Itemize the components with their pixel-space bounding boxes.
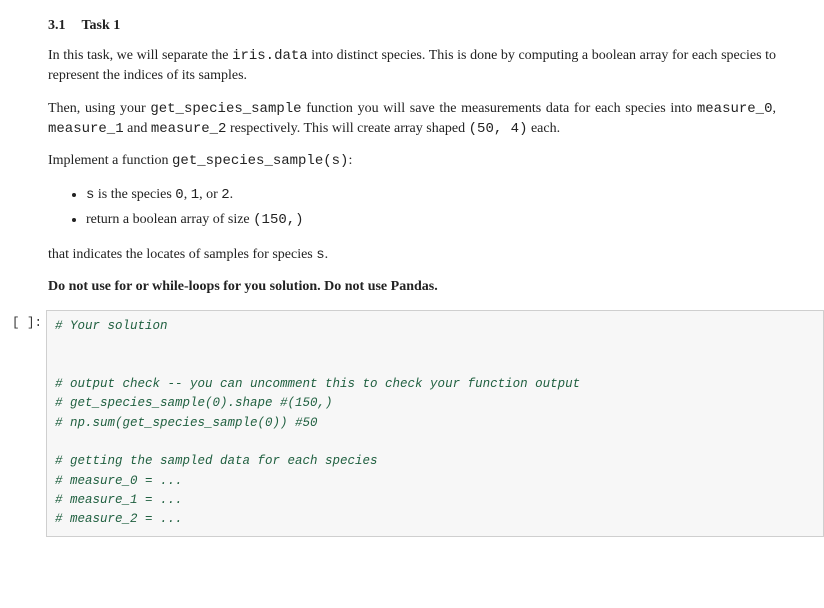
text: Implement a function xyxy=(48,153,172,168)
code-inline: 1 xyxy=(191,187,199,203)
text: is the species xyxy=(94,187,175,202)
text: each. xyxy=(527,121,560,136)
text: : xyxy=(348,153,352,168)
text: function you will save the measurements … xyxy=(302,101,697,116)
code-inline: 2 xyxy=(221,187,229,203)
text: . xyxy=(325,247,329,262)
bullet-list: s is the species 0, 1, or 2. return a bo… xyxy=(48,183,776,233)
list-item: return a boolean array of size (150,) xyxy=(86,208,776,233)
code-inline: iris.data xyxy=(232,48,308,64)
paragraph-warning: Do not use for or while-loops for you so… xyxy=(48,277,776,297)
paragraph-3: Implement a function get_species_sample(… xyxy=(48,151,776,171)
code-inline: measure_2 xyxy=(151,121,227,137)
text: respectively. This will create array sha… xyxy=(226,121,468,136)
section-heading: 3.1 Task 1 xyxy=(48,18,776,34)
code-inline: get_species_sample xyxy=(150,101,301,117)
text: In this task, we will separate the xyxy=(48,48,232,63)
code-inline: measure_0 xyxy=(697,101,773,117)
paragraph-4: that indicates the locates of samples fo… xyxy=(48,245,776,265)
notebook-cell: [ ]: # Your solution # output check -- y… xyxy=(0,310,824,537)
text: , or xyxy=(199,187,221,202)
code-inline: 0 xyxy=(175,187,183,203)
section-title: Task 1 xyxy=(82,18,121,33)
code-inline: s xyxy=(316,247,324,263)
paragraph-2: Then, using your get_species_sample func… xyxy=(48,99,776,140)
text: that indicates the locates of samples fo… xyxy=(48,247,316,262)
text: , xyxy=(773,101,777,116)
page-content: 3.1 Task 1 In this task, we will separate… xyxy=(0,0,824,298)
code-inline: (50, 4) xyxy=(469,121,528,137)
text: . xyxy=(230,187,234,202)
code-inline: get_species_sample(s) xyxy=(172,153,348,169)
cell-prompt: [ ]: xyxy=(6,310,42,330)
section-number: 3.1 xyxy=(48,18,66,33)
text: and xyxy=(124,121,151,136)
text: , xyxy=(184,187,191,202)
code-input[interactable]: # Your solution # output check -- you ca… xyxy=(46,310,824,537)
list-item: s is the species 0, 1, or 2. xyxy=(86,183,776,208)
code-inline: measure_1 xyxy=(48,121,124,137)
paragraph-1: In this task, we will separate the iris.… xyxy=(48,46,776,87)
code-inline: (150,) xyxy=(253,212,303,228)
text: Then, using your xyxy=(48,101,150,116)
text: return a boolean array of size xyxy=(86,212,253,227)
